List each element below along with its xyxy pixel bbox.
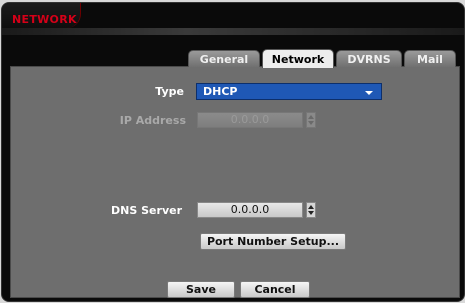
ip-address-label: IP Address	[119, 114, 186, 127]
type-select[interactable]: DHCP	[196, 83, 382, 100]
network-settings-panel	[10, 66, 460, 298]
cancel-button[interactable]: Cancel	[240, 281, 310, 298]
ip-address-field[interactable]: 0.0.0.0	[197, 112, 303, 128]
tab-dvrns[interactable]: DVRNS	[336, 50, 402, 67]
arrow-down-icon	[308, 211, 314, 215]
port-number-setup-button[interactable]: Port Number Setup...	[200, 233, 346, 250]
title-tab: NETWORK	[2, 3, 81, 28]
arrow-down-icon	[308, 121, 314, 125]
ip-address-stepper[interactable]	[306, 112, 316, 128]
arrow-up-icon	[308, 205, 314, 209]
save-button[interactable]: Save	[167, 281, 235, 298]
dns-server-label: DNS Server	[111, 204, 182, 217]
tab-mail[interactable]: Mail	[404, 50, 456, 67]
tab-general[interactable]: General	[188, 50, 260, 67]
dns-server-stepper[interactable]	[306, 202, 316, 218]
arrow-up-icon	[308, 115, 314, 119]
type-label: Type	[155, 85, 184, 98]
type-value: DHCP	[203, 85, 238, 98]
title-divider	[2, 28, 464, 35]
dialog-title: NETWORK	[12, 13, 77, 26]
chevron-down-icon	[365, 91, 373, 95]
tab-network[interactable]: Network	[262, 49, 334, 68]
dns-server-field[interactable]: 0.0.0.0	[197, 202, 303, 218]
